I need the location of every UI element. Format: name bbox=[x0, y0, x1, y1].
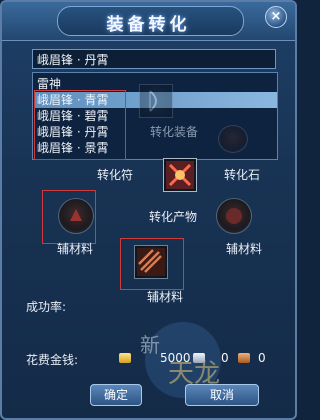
convert-equip-slot[interactable] bbox=[139, 84, 173, 118]
convert-equip-label: 转化装备 bbox=[150, 125, 199, 139]
aux-material-slot-3[interactable] bbox=[216, 198, 252, 234]
convert-stone-label: 转化石 bbox=[224, 168, 261, 182]
stone-icon bbox=[226, 208, 242, 224]
cost-label: 花费金钱: bbox=[26, 353, 79, 367]
scroll-icon bbox=[137, 248, 165, 276]
confirm-button[interactable]: 确定 bbox=[90, 384, 142, 406]
cancel-button[interactable]: 取消 bbox=[185, 384, 259, 406]
aux-material-label-2: 辅材料 bbox=[147, 290, 184, 304]
title-bar[interactable]: 装备转化 × bbox=[2, 2, 295, 41]
selected-item-field[interactable]: 峨眉锋 · 丹霄 bbox=[32, 49, 276, 69]
list-highlight-box bbox=[34, 90, 126, 160]
convert-charm-label: 转化符 bbox=[97, 168, 134, 182]
gold-coin-icon bbox=[119, 353, 131, 363]
copper-coin-icon bbox=[238, 353, 250, 363]
material-icon bbox=[70, 209, 82, 221]
silver-coin-icon bbox=[193, 353, 205, 363]
rune-icon bbox=[166, 161, 194, 189]
copper-amount: 0 bbox=[258, 351, 266, 365]
equipment-convert-window: 装备转化 × 峨眉锋 · 丹霄 雷神 峨眉锋 · 青霄 峨眉锋 · 碧霄 峨眉锋… bbox=[0, 0, 297, 420]
aux-material-slot-1[interactable] bbox=[58, 198, 94, 234]
aux-material-slot-2[interactable] bbox=[134, 245, 168, 279]
close-icon[interactable]: × bbox=[265, 6, 287, 28]
convert-product-slot[interactable] bbox=[163, 158, 197, 192]
faded-stone-slot bbox=[218, 125, 248, 153]
convert-product-label: 转化产物 bbox=[149, 210, 198, 224]
silver-amount: 0 bbox=[221, 351, 229, 365]
bow-item-icon bbox=[149, 90, 157, 112]
aux-material-label-3: 辅材料 bbox=[226, 242, 263, 256]
window-title: 装备转化 bbox=[106, 15, 191, 35]
success-rate-label: 成功率: bbox=[26, 300, 67, 314]
aux-material-label-1: 辅材料 bbox=[57, 242, 94, 256]
svg-text:新: 新 bbox=[140, 333, 160, 357]
gold-amount: 5000 bbox=[160, 351, 191, 365]
